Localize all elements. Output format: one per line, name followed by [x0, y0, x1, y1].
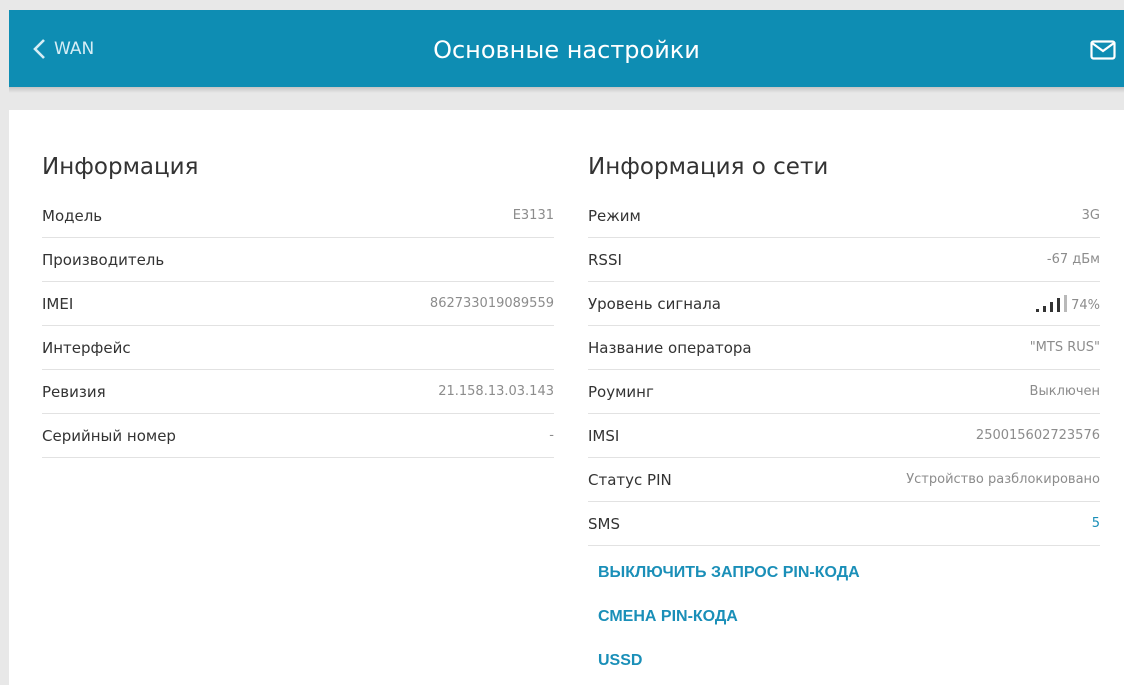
- network-section-title: Информация о сети: [588, 154, 829, 180]
- top-bar: WAN Основные настройки: [9, 10, 1124, 87]
- content-card: Информация Модель E3131 Производитель IM…: [9, 110, 1124, 685]
- signal-bar: [1057, 297, 1061, 312]
- net-row-imsi: IMSI 250015602723576: [588, 414, 1100, 458]
- net-row-signal: Уровень сигнала 74%: [588, 282, 1100, 326]
- row-value: "MTS RUS": [1029, 340, 1100, 355]
- row-value: E3131: [512, 208, 554, 223]
- row-label: Уровень сигнала: [588, 294, 721, 313]
- row-value: -: [549, 428, 554, 443]
- row-value: 3G: [1081, 208, 1100, 223]
- row-label: IMSI: [588, 426, 620, 445]
- row-value: 250015602723576: [975, 428, 1100, 443]
- ussd-button[interactable]: USSD: [598, 639, 860, 683]
- row-value: -67 дБм: [1046, 252, 1100, 267]
- page-title: Основные настройки: [433, 36, 700, 64]
- row-value: 862733019089559: [429, 296, 554, 311]
- change-pin-button[interactable]: СМЕНА PIN-КОДА: [598, 595, 860, 639]
- info-row-imei: IMEI 862733019089559: [42, 282, 554, 326]
- row-value: Выключен: [1029, 384, 1100, 399]
- signal-bar: [1064, 294, 1068, 312]
- envelope-icon[interactable]: [1090, 40, 1116, 60]
- signal-bar: [1043, 305, 1047, 312]
- net-row-pin-status: Статус PIN Устройство разблокировано: [588, 458, 1100, 502]
- signal-strength: 74%: [1035, 294, 1100, 313]
- network-list: Режим 3G RSSI -67 дБм Уровень сигнала 74…: [588, 194, 1100, 546]
- row-label: Серийный номер: [42, 426, 176, 445]
- info-row-interface: Интерфейс: [42, 326, 554, 370]
- row-label: Режим: [588, 206, 641, 225]
- sim-actions: ВЫКЛЮЧИТЬ ЗАПРОС PIN-КОДА СМЕНА PIN-КОДА…: [598, 551, 860, 683]
- net-row-sms: SMS 5: [588, 502, 1100, 546]
- info-row-manufacturer: Производитель: [42, 238, 554, 282]
- net-row-roaming: Роуминг Выключен: [588, 370, 1100, 414]
- row-label: Ревизия: [42, 382, 106, 401]
- row-label: Название оператора: [588, 338, 752, 357]
- row-value: Устройство разблокировано: [906, 472, 1100, 487]
- info-row-revision: Ревизия 21.158.13.03.143: [42, 370, 554, 414]
- signal-bars-icon: [1036, 294, 1068, 312]
- header-shadow: [9, 87, 1124, 93]
- signal-percent: 74%: [1071, 297, 1100, 313]
- row-value: 21.158.13.03.143: [438, 384, 554, 399]
- net-row-operator: Название оператора "MTS RUS": [588, 326, 1100, 370]
- row-label: Роуминг: [588, 382, 654, 401]
- row-label: SMS: [588, 514, 620, 533]
- info-section-title: Информация: [42, 154, 199, 180]
- disable-pin-request-button[interactable]: ВЫКЛЮЧИТЬ ЗАПРОС PIN-КОДА: [598, 551, 860, 595]
- row-label: Интерфейс: [42, 338, 131, 357]
- net-row-rssi: RSSI -67 дБм: [588, 238, 1100, 282]
- row-label: IMEI: [42, 294, 74, 313]
- info-list: Модель E3131 Производитель IMEI 86273301…: [42, 194, 554, 458]
- net-row-mode: Режим 3G: [588, 194, 1100, 238]
- info-row-serial: Серийный номер -: [42, 414, 554, 458]
- row-label: RSSI: [588, 250, 622, 269]
- signal-bar: [1050, 301, 1054, 312]
- row-label: Статус PIN: [588, 470, 672, 489]
- sms-count-link[interactable]: 5: [1092, 516, 1100, 531]
- row-label: Модель: [42, 206, 103, 225]
- info-row-model: Модель E3131: [42, 194, 554, 238]
- row-label: Производитель: [42, 250, 165, 269]
- signal-bar: [1036, 308, 1040, 312]
